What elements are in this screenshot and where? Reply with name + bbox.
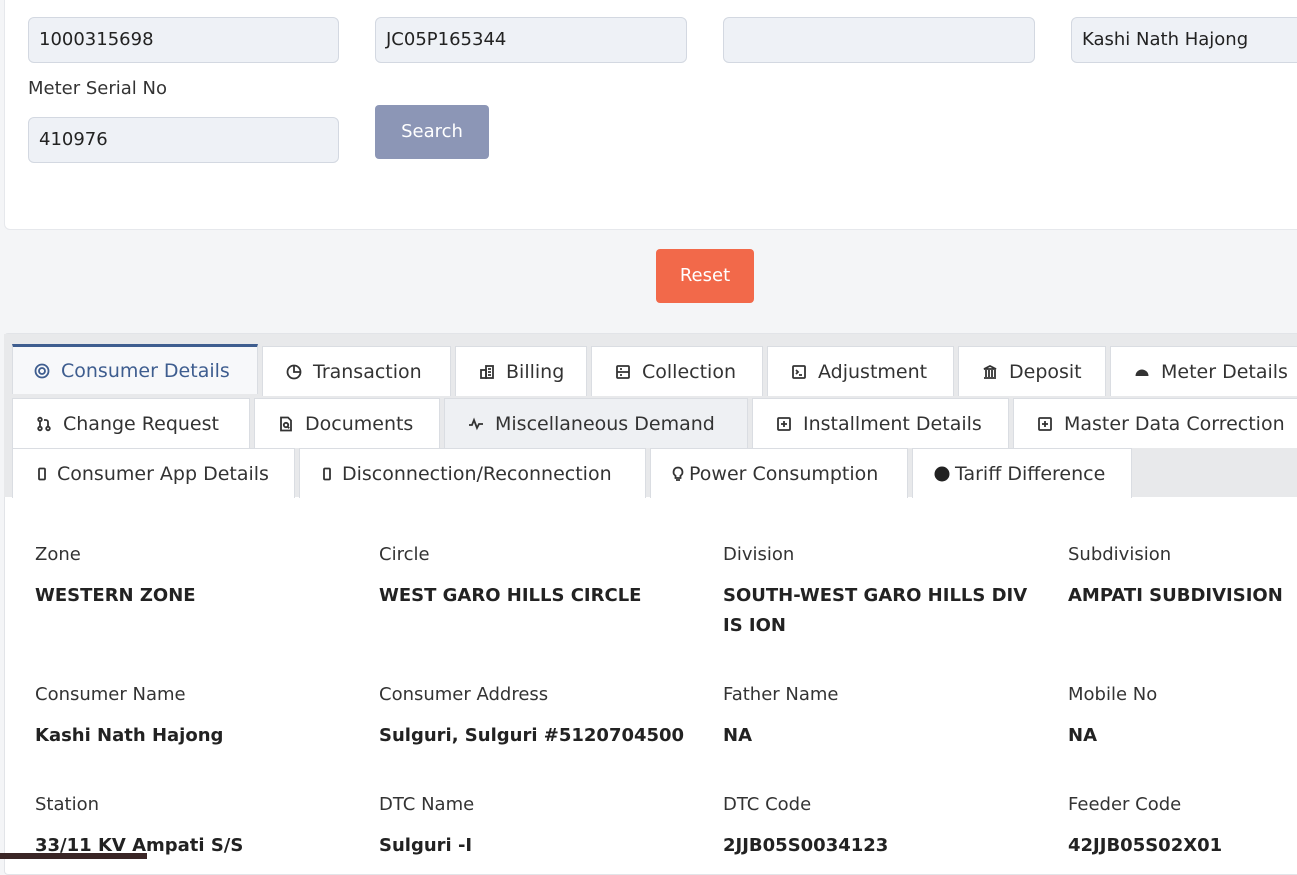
- plus-box-icon: [775, 415, 793, 433]
- tab-change-request[interactable]: Change Request: [12, 398, 250, 448]
- tab-consumer-details[interactable]: Consumer Details: [12, 344, 258, 394]
- subdivision-value: AMPATI SUBDIVISION: [1068, 585, 1283, 606]
- tab-miscellaneous-demand[interactable]: Miscellaneous Demand: [444, 398, 748, 448]
- mobile-no-label: Mobile No: [1068, 684, 1158, 705]
- meter-serial-input[interactable]: 410976: [28, 117, 339, 163]
- plus-box-icon: [1036, 415, 1054, 433]
- tab-master-data-correction[interactable]: Master Data Correction: [1013, 398, 1297, 448]
- tab-meter-details[interactable]: Meter Details: [1110, 346, 1297, 396]
- terminal-icon: [790, 363, 808, 381]
- document-search-icon: [277, 415, 295, 433]
- tab-label: Transaction: [313, 360, 422, 383]
- zone-value: WESTERN ZONE: [35, 585, 196, 606]
- git-pull-icon: [35, 415, 53, 433]
- target-icon: [33, 362, 51, 380]
- tab-label: Deposit: [1009, 360, 1082, 383]
- tab-label: Consumer Details: [61, 359, 230, 382]
- circle-label: Circle: [379, 544, 430, 565]
- consumer-name-value: Kashi Nath Hajong: [35, 725, 224, 746]
- division-value: SOUTH-WEST GARO HILLS DIVIS ION: [723, 585, 1028, 636]
- tab-label: Installment Details: [803, 412, 982, 435]
- feeder-code-value: 42JJB05S02X01: [1068, 835, 1223, 856]
- tab-tariff-difference[interactable]: Tariff Difference: [912, 448, 1132, 498]
- legacy-no-input[interactable]: JC05P165344: [375, 17, 687, 63]
- tab-transaction[interactable]: Transaction: [262, 346, 451, 396]
- mobile-no-value: NA: [1068, 725, 1097, 746]
- tab-collection[interactable]: Collection: [591, 346, 763, 396]
- consumer-name-label: Consumer Name: [35, 684, 186, 705]
- dtc-code-value: 2JJB05S0034123: [723, 835, 889, 856]
- circle-value: WEST GARO HILLS CIRCLE: [379, 585, 642, 606]
- consumer-address-value: Sulguri, Sulguri #5120704500: [379, 725, 685, 746]
- tab-label: Collection: [642, 360, 736, 383]
- search-button[interactable]: Search: [375, 105, 489, 159]
- tab-label: Change Request: [63, 412, 219, 435]
- dtc-code-label: DTC Code: [723, 794, 812, 815]
- pie-chart-icon: [285, 363, 303, 381]
- father-name-label: Father Name: [723, 684, 839, 705]
- tab-billing[interactable]: Billing: [455, 346, 587, 396]
- reset-button[interactable]: Reset: [656, 249, 754, 303]
- tab-label: Miscellaneous Demand: [495, 412, 715, 435]
- tab-label: Meter Details: [1161, 360, 1288, 383]
- station-label: Station: [35, 794, 99, 815]
- tab-label: Tariff Difference: [955, 462, 1106, 485]
- speedometer-icon: [1133, 363, 1151, 381]
- consumer-no-input[interactable]: 1000315698: [28, 17, 339, 63]
- consumer-name-input[interactable]: Kashi Nath Hajong: [1071, 17, 1297, 63]
- horizontal-scrollbar-thumb[interactable]: [0, 853, 147, 859]
- tab-documents[interactable]: Documents: [254, 398, 440, 448]
- tab-label: Billing: [506, 360, 565, 383]
- tab-power-consumption[interactable]: Power Consumption: [650, 448, 908, 498]
- meter-serial-label: Meter Serial No: [28, 78, 167, 99]
- tab-label: Power Consumption: [689, 462, 879, 485]
- tab-label: Master Data Correction: [1064, 412, 1285, 435]
- bulb-icon: [669, 465, 687, 483]
- bank-icon: [981, 363, 999, 381]
- tab-label: Adjustment: [818, 360, 928, 383]
- division-label: Division: [723, 544, 795, 565]
- tab-label: Documents: [305, 412, 414, 435]
- tab-disconnection-reconnection[interactable]: Disconnection/Reconnection: [299, 448, 646, 498]
- billing-icon: [478, 363, 496, 381]
- tab-installment-details[interactable]: Installment Details: [752, 398, 1009, 448]
- search-field-3-input[interactable]: [723, 17, 1035, 63]
- father-name-value: NA: [723, 725, 752, 746]
- zone-label: Zone: [35, 544, 81, 565]
- consumer-address-label: Consumer Address: [379, 684, 549, 705]
- mobile-icon: [33, 465, 51, 483]
- tab-label: Disconnection/Reconnection: [342, 462, 612, 485]
- tab-adjustment[interactable]: Adjustment: [767, 346, 954, 396]
- circle-icon: [933, 465, 951, 483]
- pulse-icon: [467, 415, 485, 433]
- dtc-name-label: DTC Name: [379, 794, 475, 815]
- collection-icon: [614, 363, 632, 381]
- tab-deposit[interactable]: Deposit: [958, 346, 1106, 396]
- dtc-name-value: Sulguri -I: [379, 835, 473, 856]
- mobile-icon: [318, 465, 336, 483]
- feeder-code-label: Feeder Code: [1068, 794, 1182, 815]
- tab-label: Consumer App Details: [57, 462, 269, 485]
- subdivision-label: Subdivision: [1068, 544, 1172, 565]
- tab-consumer-app-details[interactable]: Consumer App Details: [12, 448, 295, 498]
